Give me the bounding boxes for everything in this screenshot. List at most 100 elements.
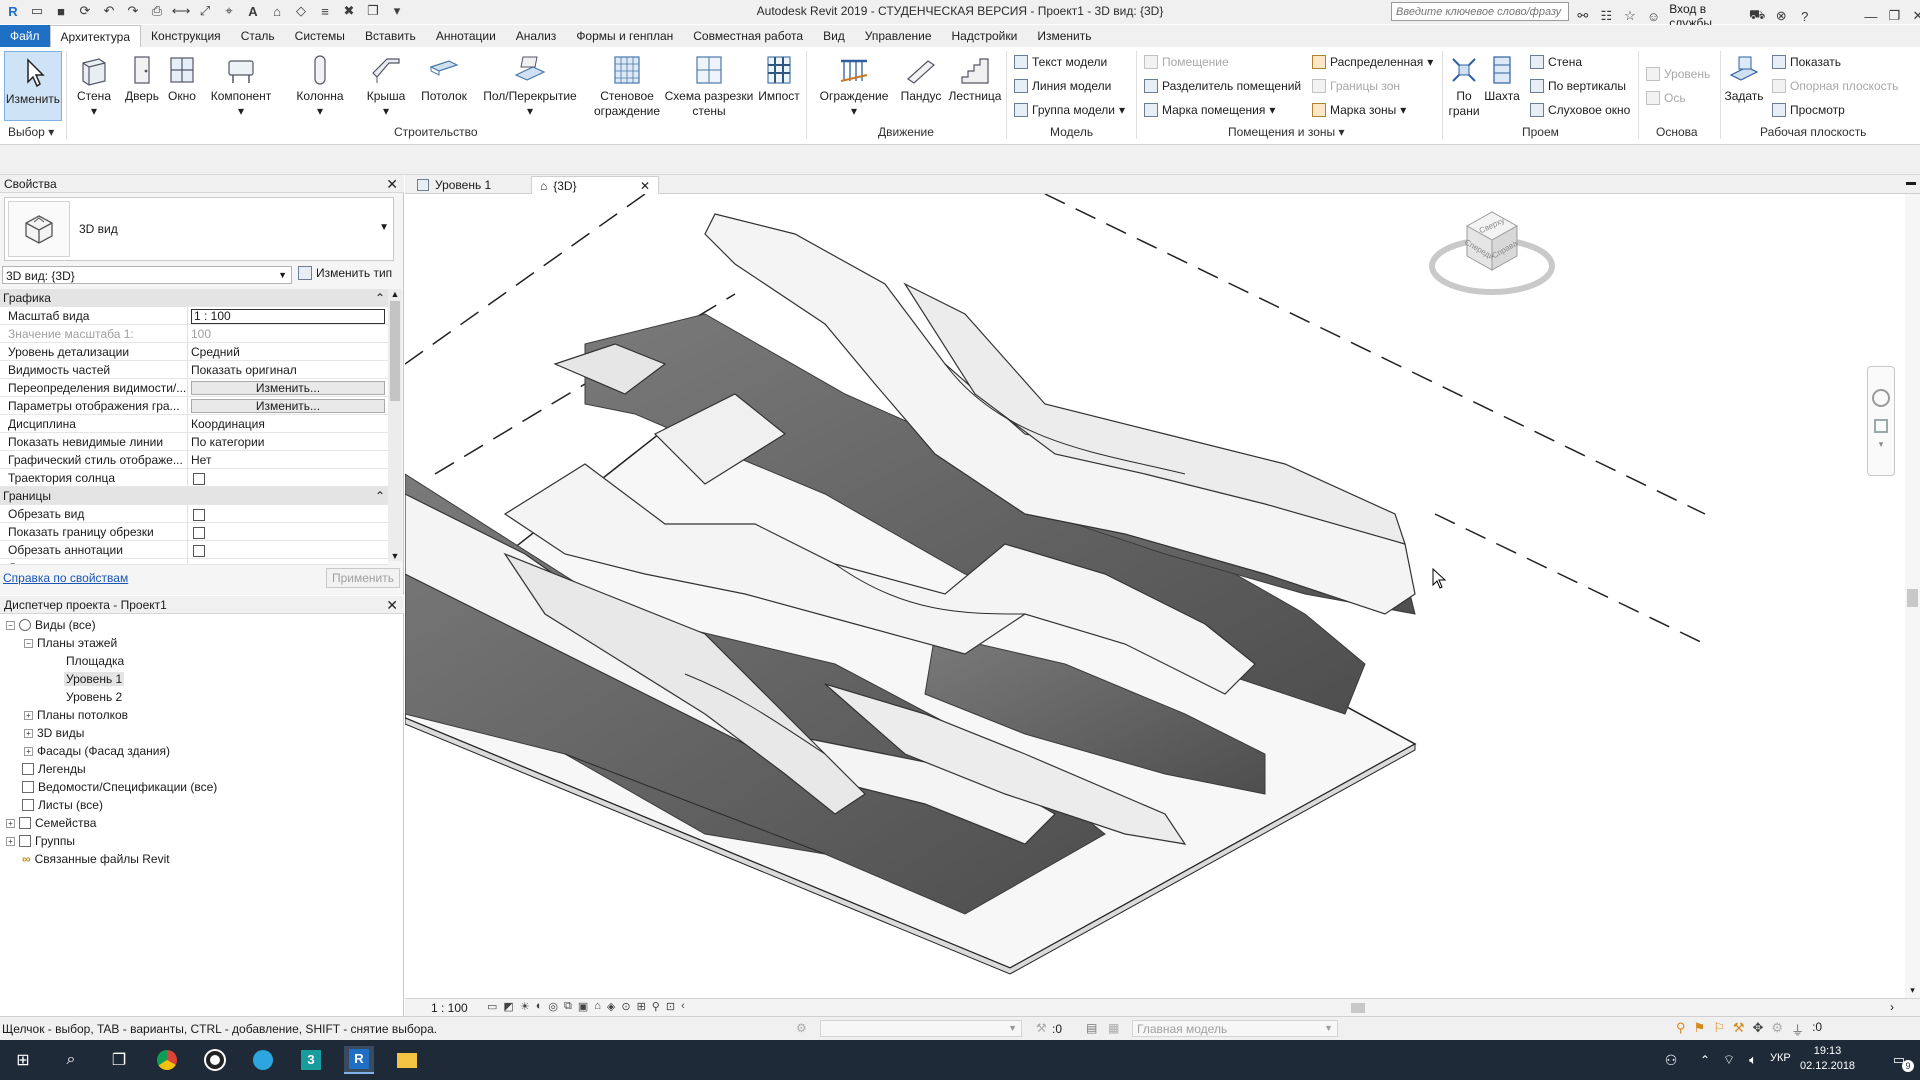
tree-node-level-2[interactable]: Уровень 2 [66,690,122,704]
scroll-up-icon[interactable]: ▲ [388,289,402,299]
roof-button[interactable]: Крыша ▾ [362,49,410,119]
undo-icon[interactable]: ↶ [100,2,118,20]
3d-view-canvas[interactable]: Сверху Спереди Справа ▾ [405,194,1905,1000]
type-selector[interactable]: 3D вид ▼ [4,197,394,261]
floor-button[interactable]: Пол/Перекрытие ▾ [478,49,582,119]
select-links-icon[interactable]: ⚲ [1676,1020,1686,1039]
instance-selector[interactable]: 3D вид: {3D} ▼ [2,266,292,284]
lock-3d-icon[interactable]: ⌂ [594,1000,601,1013]
close-icon[interactable]: ✕ [640,179,650,193]
steering-wheel-icon[interactable] [1872,389,1890,407]
viewer-button[interactable]: Просмотр [1772,103,1845,117]
favorites-icon[interactable]: ☆ [1622,7,1638,25]
prop-row[interactable]: Дисциплина Координация [0,415,388,433]
editing-requests-icon[interactable]: ⚒ [1036,1021,1047,1035]
tab-modify[interactable]: Изменить [1027,25,1101,47]
edit-vg-button[interactable]: Изменить... [191,381,385,395]
people-icon[interactable]: ⚇ [1656,1046,1686,1074]
prop-row[interactable]: Масштаб вида 1 : 100 [0,307,388,325]
room-separator-button[interactable]: Разделитель помещений [1144,79,1301,93]
drag-elements-icon[interactable]: ✥ [1753,1020,1764,1039]
shaft-button[interactable]: Шахта [1482,49,1522,104]
close-hidden-icon[interactable]: ✖ [340,2,358,20]
select-by-face-icon[interactable]: ⚒ [1733,1020,1745,1039]
sync-icon[interactable]: ⟳ [76,2,94,20]
select-underlay-icon[interactable]: ⚑ [1694,1020,1706,1039]
visual-style-icon[interactable]: ◩ [503,1000,513,1013]
group-header-extents[interactable]: Границы ⌃ [0,487,388,505]
view-horizontal-scrollbar[interactable] [667,1003,1807,1013]
help-icon[interactable]: ? [1797,7,1813,25]
chevron-down-icon[interactable]: ▾ [1868,439,1894,450]
default-3d-icon[interactable]: ⌂ [268,2,286,20]
area-button[interactable]: Распределенная ▾ [1312,55,1433,69]
measure-icon[interactable]: ⟷ [172,2,191,20]
tree-node-groups[interactable]: + Группы [6,834,75,848]
group-header-graphics[interactable]: Графика ⌃ [0,289,388,307]
tree-node-schedules[interactable]: Ведомости/Спецификации (все) [22,780,217,794]
wall-button[interactable]: Стена ▾ [72,49,116,119]
tree-node-ceiling-plans[interactable]: + Планы потолков [24,708,128,722]
curtain-system-button[interactable]: Стеновое ограждение [590,49,664,119]
select-pinned-icon[interactable]: ⚐ [1713,1020,1725,1039]
revit-taskbar-icon[interactable]: R [344,1046,374,1074]
tree-node-floor-plans[interactable]: − Планы этажей [24,636,117,650]
tab-massing[interactable]: Формы и генплан [566,25,683,47]
language-indicator[interactable]: УКР [1770,1052,1791,1064]
curtain-grid-button[interactable]: Схема разрезки стены [664,49,754,119]
tag-icon[interactable]: ⌖ [220,2,238,20]
file-explorer-icon[interactable] [392,1046,422,1074]
chrome-icon[interactable] [152,1046,182,1074]
window-button[interactable]: Окно [160,49,204,104]
tree-node-legends[interactable]: Легенды [22,762,86,776]
model-text-button[interactable]: Текст модели [1014,55,1107,69]
view-tab-level-1[interactable]: Уровень 1 [409,176,499,194]
filter-icon[interactable]: ⏚ [1791,1020,1804,1039]
model-line-button[interactable]: Линия модели [1014,79,1111,93]
temp-hide-icon[interactable]: ◈ [607,1000,615,1013]
telegram-icon[interactable] [248,1046,278,1074]
worksets-icon[interactable]: ⚙ [796,1021,807,1035]
tab-menu-icon[interactable]: ▬ [1906,177,1916,188]
show-workplane-button[interactable]: Показать [1772,55,1841,69]
expand-icon[interactable]: + [24,728,33,738]
area-tag-button[interactable]: Марка зоны ▾ [1312,103,1406,117]
print-icon[interactable]: ⎙ [148,2,166,20]
background-process-icon[interactable]: ⚙ [1771,1020,1783,1039]
exchange-icon[interactable]: ⊗ [1773,7,1789,25]
tree-node-level-1[interactable]: Уровень 1 [64,672,125,686]
dormer-button[interactable]: Слуховое окно [1530,103,1630,117]
tree-node-elevations[interactable]: + Фасады (Фасад здания) [24,744,170,758]
shadows-icon[interactable]: ◐ [536,1000,543,1013]
switch-windows-icon[interactable]: ❐ [364,2,382,20]
select-panel-label[interactable]: Выбор ▾ [8,125,54,139]
expand-icon[interactable]: + [6,836,15,846]
scroll-thumb[interactable] [1907,589,1918,607]
user-icon[interactable]: ☺ [1646,7,1662,25]
tree-node-site[interactable]: Площадка [66,654,124,668]
scroll-thumb[interactable] [390,301,400,401]
zoom-icon[interactable] [1874,419,1888,433]
ref-plane-button[interactable]: Опорная плоскость [1772,79,1898,93]
analytical-icon[interactable]: ⚲ [652,1000,660,1013]
scroll-thumb[interactable] [1351,1003,1365,1013]
view-vertical-scrollbar[interactable]: ▾ [1905,194,1920,998]
collapse-icon[interactable]: − [24,638,33,648]
close-icon[interactable]: ✕ [386,597,398,614]
properties-help-link[interactable]: Справка по свойствам [3,571,128,585]
tab-insert[interactable]: Вставить [355,25,426,47]
save-icon[interactable]: ■ [52,2,70,20]
component-button[interactable]: Компонент ▾ [208,49,274,119]
design-option-dropdown[interactable]: ▼ [820,1020,1022,1037]
prop-row[interactable]: Уровень детализации Средний [0,343,388,361]
wall-opening-button[interactable]: Стена [1530,55,1582,69]
close-icon[interactable]: ✕ [386,176,398,193]
tab-collaborate[interactable]: Совместная работа [683,25,813,47]
prop-row[interactable]: Показать невидимые линии По категории [0,433,388,451]
main-model-icon[interactable]: ▦ [1108,1021,1119,1035]
expand-icon[interactable]: + [24,746,33,756]
level-button[interactable]: Уровень [1646,67,1710,81]
view-tab-3d[interactable]: ⌂ {3D} ✕ [531,176,659,194]
chevron-right-icon[interactable]: › [1890,1000,1894,1014]
tab-file[interactable]: Файл [0,25,50,47]
